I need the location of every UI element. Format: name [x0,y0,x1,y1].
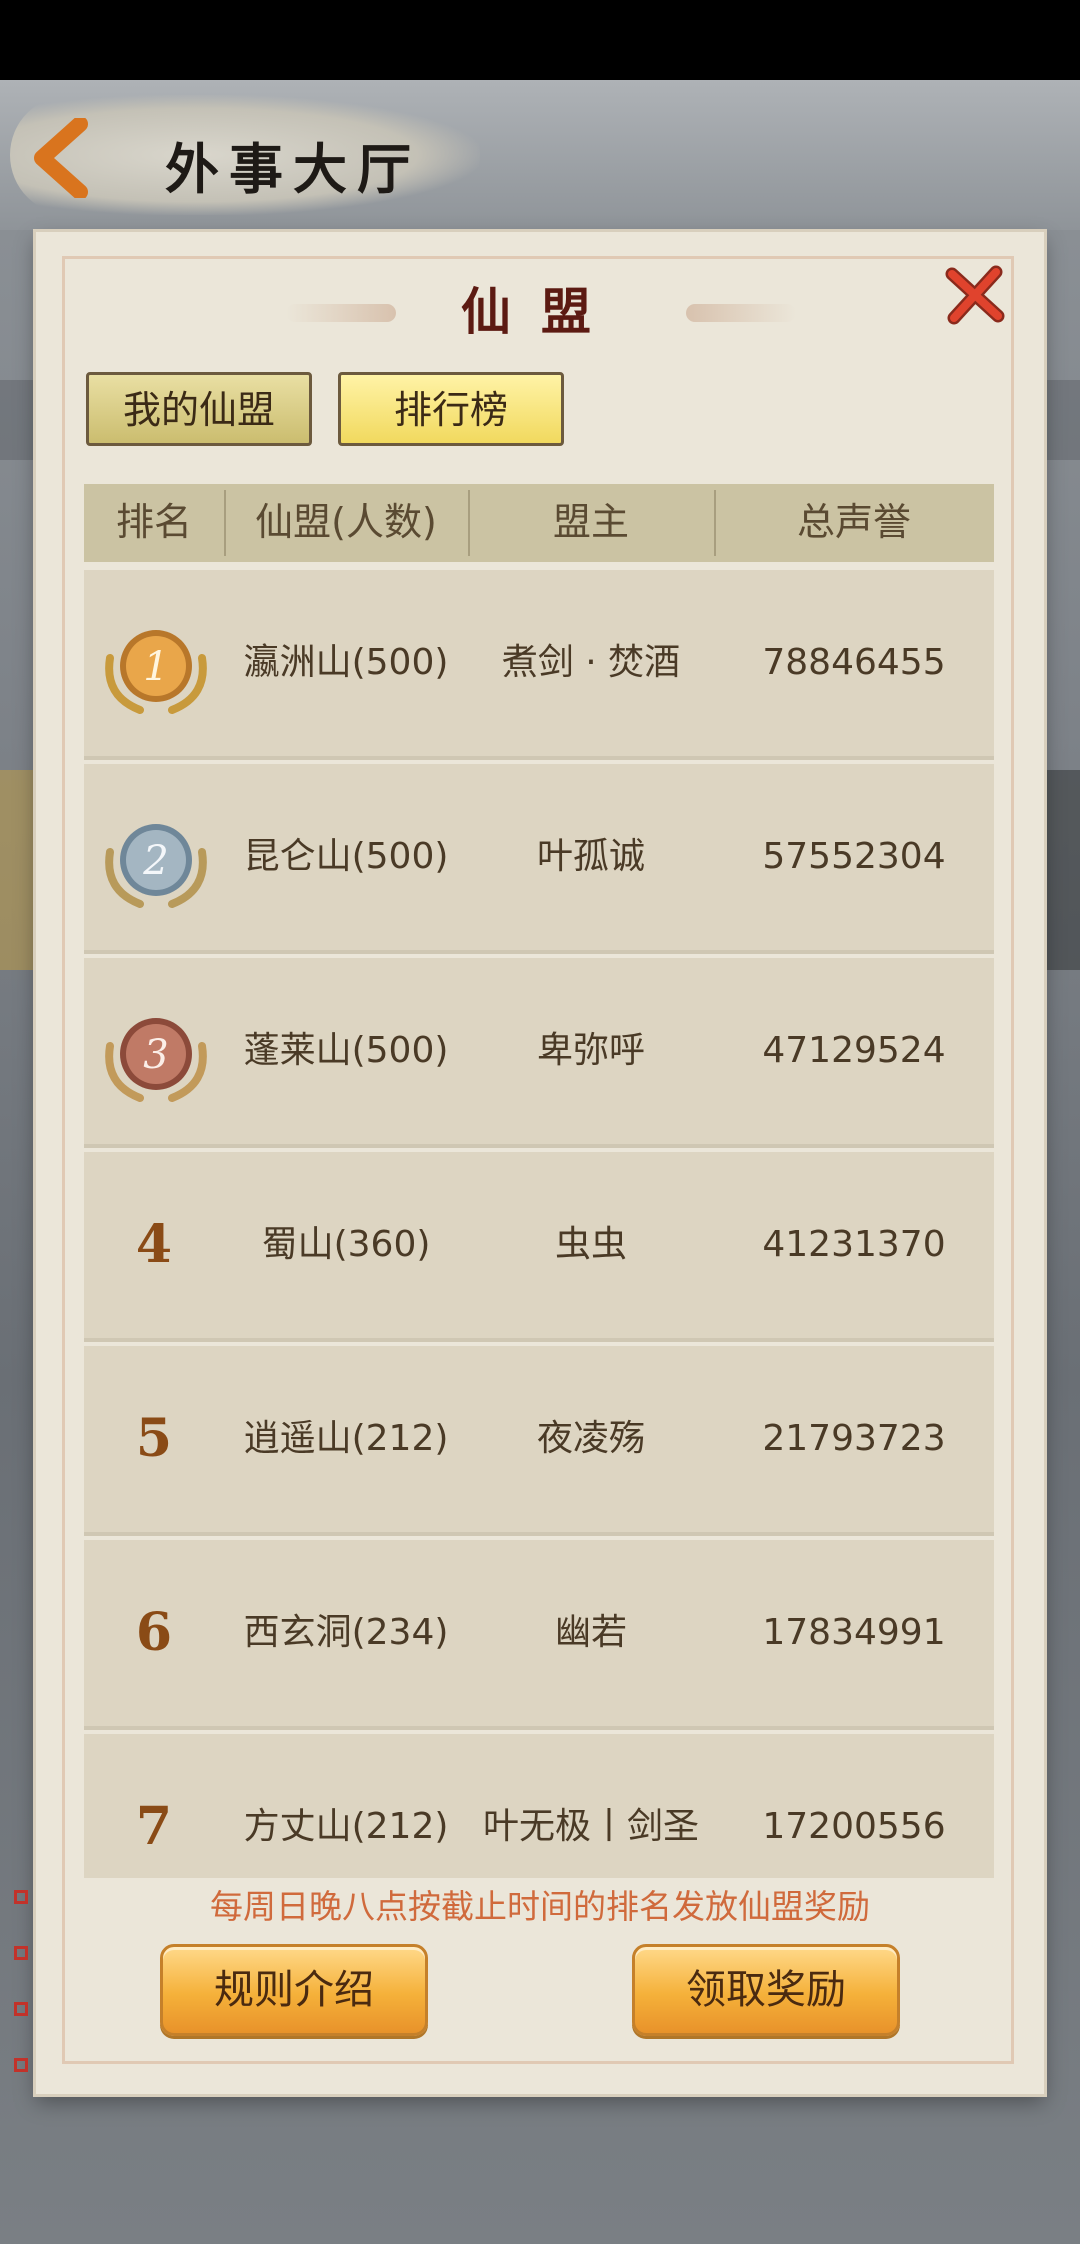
table-row[interactable]: 3 蓬莱山(500) 卑弥呼 47129524 [84,958,994,1148]
rules-button[interactable]: 规则介绍 [160,1944,428,2036]
tab-ranking[interactable]: 排行榜 [338,372,564,446]
close-button[interactable] [944,264,1006,326]
silver-medal-icon: 2 [105,824,207,908]
rank-cell: 2 [84,764,224,950]
column-header-alliance: 仙盟(人数) [255,500,437,544]
alliance-leader: 卑弥呼 [536,1030,645,1071]
alliance-reputation: 17200556 [762,1806,946,1847]
side-markers [14,1890,34,2114]
alliance-name: 蜀山(360) [261,1224,431,1265]
alliance-name: 蓬莱山(500) [243,1030,449,1071]
alliance-name: 瀛洲山(500) [243,642,449,683]
alliance-leader: 叶无极丨剑圣 [482,1806,699,1847]
rank-number: 7 [135,1796,173,1857]
alliance-name: 逍遥山(212) [243,1418,449,1459]
tab-my-alliance[interactable]: 我的仙盟 [86,372,312,446]
status-bar [0,0,1080,80]
modal-title-bar: 仙盟 [286,282,796,342]
modal-title: 仙盟 [461,282,621,341]
column-header-reputation: 总声誉 [796,500,911,544]
rank-number: 5 [135,1408,173,1469]
alliance-modal: 仙盟 我的仙盟 排行榜 排名 仙盟(人数) 盟主 总声誉 1 瀛洲山(500) … [36,232,1044,2094]
alliance-name: 西玄洞(234) [243,1612,449,1653]
alliance-reputation: 21793723 [762,1418,946,1459]
column-header-rank: 排名 [115,500,192,544]
table-row[interactable]: 1 瀛洲山(500) 煮剑 · 焚酒 78846455 [84,570,994,760]
alliance-reputation: 78846455 [762,642,946,683]
table-row[interactable]: 4 蜀山(360) 虫虫 41231370 [84,1152,994,1342]
rank-cell: 1 [84,570,224,756]
side-marker [14,2002,28,2016]
table-row[interactable]: 2 昆仑山(500) 叶孤诚 57552304 [84,764,994,954]
table-row[interactable]: 5 逍遥山(212) 夜凌殇 21793723 [84,1346,994,1536]
close-icon [945,265,1005,325]
reward-note: 每周日晚八点按截止时间的排名发放仙盟奖励 [210,1887,870,1926]
ranking-table-body[interactable]: 1 瀛洲山(500) 煮剑 · 焚酒 78846455 2 昆仑山(500) 叶… [84,570,994,1878]
back-button[interactable] [28,116,98,200]
bronze-medal-icon: 3 [105,1018,207,1102]
alliance-name: 昆仑山(500) [243,836,449,877]
table-row[interactable]: 6 西玄洞(234) 幽若 17834991 [84,1540,994,1730]
claim-reward-button[interactable]: 领取奖励 [632,1944,900,2036]
ranking-table-header: 排名 仙盟(人数) 盟主 总声誉 [84,484,994,562]
rank-number: 6 [135,1602,173,1663]
hall-title: 外事大厅 [165,137,421,201]
side-marker [14,2058,28,2072]
svg-text:1: 1 [143,644,168,690]
rank-cell: 3 [84,958,224,1144]
alliance-leader: 夜凌殇 [536,1418,645,1459]
alliance-name: 方丈山(212) [243,1806,449,1847]
alliance-leader: 煮剑 · 焚酒 [501,642,681,683]
alliance-reputation: 17834991 [762,1612,946,1653]
column-header-leader: 盟主 [552,500,629,544]
alliance-leader: 虫虫 [554,1224,627,1265]
alliance-reputation: 57552304 [762,836,946,877]
rank-number: 4 [135,1214,173,1275]
svg-text:3: 3 [143,1032,168,1078]
alliance-reputation: 47129524 [762,1030,946,1071]
side-marker [14,1890,28,1904]
alliance-reputation: 41231370 [762,1224,946,1265]
gold-medal-icon: 1 [105,630,207,714]
back-arrow-icon [34,116,88,200]
alliance-leader: 叶孤诚 [536,836,645,877]
side-marker [14,1946,28,1960]
table-row[interactable]: 7 方丈山(212) 叶无极丨剑圣 17200556 [84,1734,994,1878]
svg-text:2: 2 [142,838,168,884]
alliance-leader: 幽若 [554,1612,627,1653]
